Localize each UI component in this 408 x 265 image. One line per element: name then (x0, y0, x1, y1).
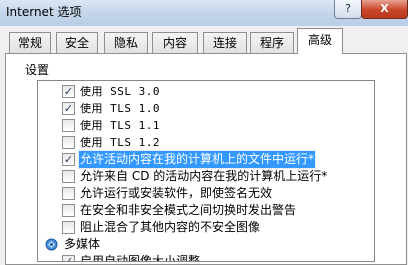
setting-label: 允许运行或安装软件，即使签名无效 (80, 186, 273, 200)
checkbox[interactable]: ✓ (62, 102, 75, 115)
settings-label: 设置 (25, 63, 50, 77)
setting-label: 允许活动内容在我的计算机上的文件中运行* (77, 150, 317, 169)
checkbox[interactable] (62, 221, 75, 234)
checkbox[interactable] (62, 119, 75, 132)
checkbox[interactable]: ✓ (62, 153, 75, 166)
tab-privacy[interactable]: 隐私 (104, 32, 148, 53)
tab-strip: 常规 安全 隐私 内容 连接 程序 高级 (0, 26, 408, 54)
setting-tls10[interactable]: ✓ 使用 TLS 1.0 (38, 100, 358, 117)
setting-label: 使用 TLS 1.2 (80, 136, 160, 149)
setting-label: 启用自动图像大小调整 (80, 254, 201, 262)
setting-label: 使用 SSL 3.0 (80, 85, 160, 98)
title-bar: Internet 选项 ? X (0, 0, 408, 26)
setting-tls11[interactable]: 使用 TLS 1.1 (38, 117, 358, 134)
tab-advanced[interactable]: 高级 (297, 28, 343, 54)
checkbox[interactable]: ✓ (62, 85, 75, 98)
category-label: 多媒体 (64, 237, 101, 251)
window-title: Internet 选项 (6, 5, 82, 19)
setting-label: 使用 TLS 1.0 (80, 102, 160, 115)
setting-allow-invalid-signature[interactable]: 允许运行或安装软件，即使签名无效 (38, 185, 358, 202)
setting-label: 阻止混合了其他内容的不安全图像 (80, 220, 261, 234)
check-icon: ✓ (63, 255, 74, 262)
setting-warn-mode-switch[interactable]: 在安全和非安全模式之间切换时发出警告 (38, 202, 358, 219)
setting-label: 使用 TLS 1.1 (80, 119, 160, 132)
tab-connections[interactable]: 连接 (203, 32, 247, 53)
setting-tls12[interactable]: 使用 TLS 1.2 (38, 134, 358, 151)
setting-ssl30[interactable]: ✓ 使用 SSL 3.0 (38, 83, 358, 100)
tab-general[interactable]: 常规 (9, 32, 51, 53)
setting-allow-active-content-cd[interactable]: 允许来自 CD 的活动内容在我的计算机上运行* (38, 168, 358, 185)
check-icon: ✓ (63, 102, 74, 115)
checkbox[interactable] (62, 187, 75, 200)
help-button[interactable]: ? (334, 0, 362, 19)
setting-block-mixed-images[interactable]: 阻止混合了其他内容的不安全图像 (38, 219, 358, 236)
setting-label: 允许来自 CD 的活动内容在我的计算机上运行* (80, 169, 328, 183)
check-icon: ✓ (63, 85, 74, 98)
setting-label: 在安全和非安全模式之间切换时发出警告 (80, 203, 297, 217)
checkbox[interactable] (62, 170, 75, 183)
category-multimedia: 多媒体 (38, 236, 358, 253)
multimedia-icon (45, 238, 58, 251)
tab-programs[interactable]: 程序 (250, 32, 294, 53)
setting-auto-image-resize[interactable]: ✓ 启用自动图像大小调整 (38, 253, 358, 262)
tab-content[interactable]: 内容 (152, 32, 198, 53)
checkbox[interactable] (62, 136, 75, 149)
tab-security[interactable]: 安全 (56, 32, 98, 53)
checkbox[interactable] (62, 204, 75, 217)
setting-allow-active-content-files[interactable]: ✓ 允许活动内容在我的计算机上的文件中运行* (38, 150, 358, 169)
checkbox[interactable]: ✓ (62, 255, 75, 262)
close-button[interactable]: X (361, 0, 408, 19)
check-icon: ✓ (63, 153, 74, 166)
settings-list[interactable]: ✓ 使用 SSL 3.0 ✓ 使用 TLS 1.0 使用 TLS 1.1 使用 … (37, 80, 375, 262)
